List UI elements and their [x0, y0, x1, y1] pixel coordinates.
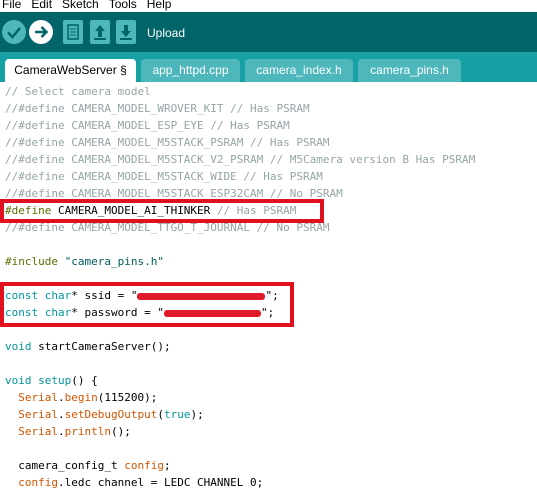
code-token: true: [163, 408, 191, 421]
menu-edit[interactable]: Edit: [31, 0, 52, 10]
code-token: .ledc_channel = LEDC_CHANNEL_0;: [57, 476, 264, 488]
verify-icon: [7, 27, 21, 39]
code-token: "camera_pins.h": [57, 255, 164, 268]
tab-camerawebserver[interactable]: CameraWebServer §: [5, 59, 136, 82]
code-token: begin: [64, 391, 98, 404]
code-token: void: [5, 374, 32, 387]
code-line: //#define CAMERA_MODEL_M5STACK_V2_PSRAM …: [5, 153, 476, 166]
code-token: (115200);: [97, 391, 158, 404]
code-token: Serial: [5, 408, 58, 421]
code-token: startCameraServer();: [31, 340, 171, 353]
code-line-start-camera-server: void startCameraServer();: [5, 338, 171, 355]
upload-icon: [35, 26, 49, 38]
tab-bar: CameraWebServer § app_httpd.cpp camera_i…: [0, 52, 537, 82]
menu-sketch[interactable]: Sketch: [62, 0, 99, 10]
code-token: setup: [31, 374, 72, 387]
code-token: .: [57, 391, 65, 404]
save-icon: [120, 25, 132, 40]
code-token: Serial: [5, 425, 58, 438]
code-line-camera-config: camera_config_t config;: [5, 457, 171, 474]
upload-button[interactable]: [29, 20, 53, 44]
code-line-serial-println: Serial.println();: [5, 423, 131, 440]
code-line-setup: void setup() {: [5, 372, 98, 389]
toolbar: Upload: [0, 12, 537, 52]
code-line-serial-debug: Serial.setDebugOutput(true);: [5, 406, 204, 423]
tab-app-httpd[interactable]: app_httpd.cpp: [141, 59, 240, 82]
code-token: ();: [110, 425, 131, 438]
code-token: );: [190, 408, 204, 421]
menu-file[interactable]: File: [2, 0, 21, 10]
code-token: () {: [71, 374, 98, 387]
code-token: .: [57, 425, 65, 438]
menu-tools[interactable]: Tools: [109, 0, 137, 10]
open-icon: [94, 25, 106, 40]
annotation-box-credentials: [0, 282, 294, 327]
code-line-serial-begin: Serial.begin(115200);: [5, 389, 157, 406]
code-line: //#define CAMERA_MODEL_M5STACK_WIDE // H…: [5, 170, 323, 183]
code-token: ;: [163, 459, 171, 472]
code-token: println: [64, 425, 111, 438]
code-line: //#define CAMERA_MODEL_WROVER_KIT // Has…: [5, 102, 310, 115]
code-token: config: [5, 476, 58, 488]
new-icon: [67, 24, 79, 40]
toolbar-action-label: Upload: [147, 26, 186, 40]
menu-help[interactable]: Help: [147, 0, 172, 10]
new-button[interactable]: [63, 20, 83, 44]
menu-bar: File Edit Sketch Tools Help: [0, 0, 537, 12]
tab-camera-pins[interactable]: camera_pins.h: [358, 59, 461, 82]
code-token: .: [57, 408, 65, 421]
code-token: Serial: [5, 391, 58, 404]
code-token: (: [157, 408, 164, 421]
verify-button[interactable]: [2, 20, 26, 44]
code-token: setDebugOutput: [64, 408, 158, 421]
code-token: camera_config_t: [5, 459, 125, 472]
code-line-ledc-channel: config.ledc_channel = LEDC_CHANNEL_0;: [5, 474, 263, 488]
code-editor[interactable]: // Select camera model //#define CAMERA_…: [0, 82, 537, 488]
save-button[interactable]: [116, 20, 136, 44]
code-token: void: [5, 340, 32, 353]
code-line-include: #include "camera_pins.h": [5, 253, 164, 270]
code-line: //#define CAMERA_MODEL_M5STACK_PSRAM // …: [5, 136, 330, 149]
open-button[interactable]: [90, 20, 110, 44]
code-line: // Select camera model: [5, 85, 151, 98]
tab-camera-index[interactable]: camera_index.h: [245, 59, 353, 82]
code-line: //#define CAMERA_MODEL_ESP_EYE // Has PS…: [5, 119, 290, 132]
code-token: config: [124, 459, 164, 472]
code-token: #include: [5, 255, 58, 268]
annotation-box-camera-model: [0, 199, 324, 223]
